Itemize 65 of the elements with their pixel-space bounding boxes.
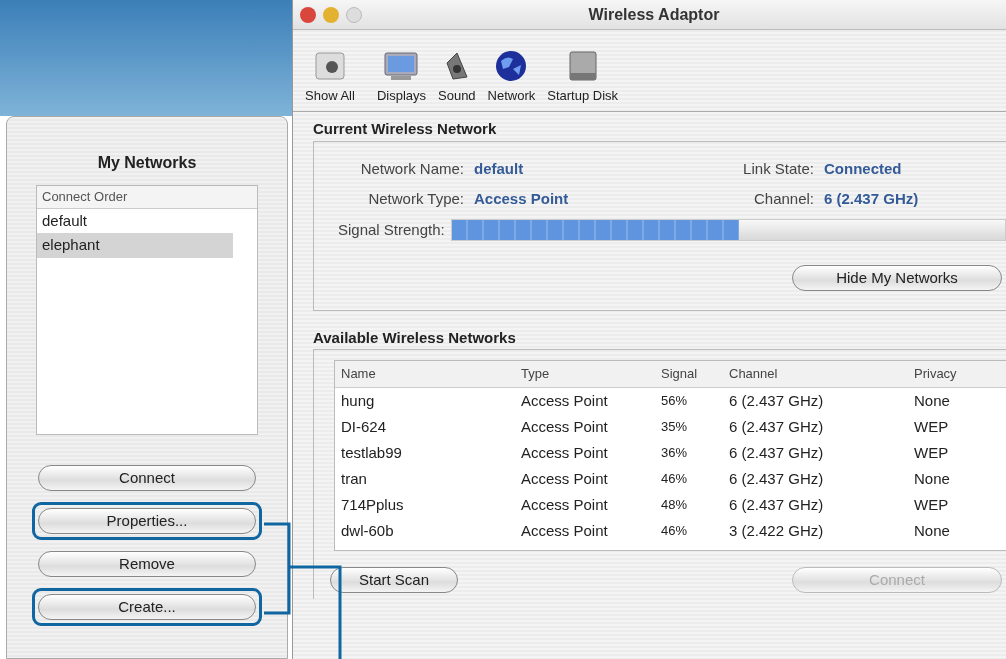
field-label: Link State:	[742, 158, 814, 179]
table-cell-text: WEP	[913, 495, 950, 515]
field-label: Channel:	[752, 189, 814, 209]
field-label: Signal Strength:	[338, 219, 445, 240]
list-item[interactable]: default	[37, 208, 233, 233]
table-cell-text: Access Point	[520, 391, 609, 411]
column-header[interactable]: Privacy	[908, 361, 988, 387]
table-cell-text: 6 (2.437 GHz)	[728, 391, 825, 411]
table-cell-text: None	[913, 521, 951, 541]
table-cell-text: Access Point	[520, 521, 609, 541]
drawer-button[interactable]: Connect	[38, 465, 256, 491]
table-cell-text: 56%	[660, 392, 689, 410]
field-value: default	[474, 158, 525, 179]
table-cell-text: testlab99	[340, 443, 403, 463]
drawer-button[interactable]: Create...	[38, 594, 256, 620]
table-cell-text: Access Point	[520, 417, 609, 437]
column-header[interactable]: Signal	[655, 361, 723, 387]
field-value: Access Point	[474, 189, 570, 209]
table-cell-text: DI-624	[340, 417, 388, 437]
table-cell-text: Access Point	[520, 443, 609, 463]
drawer-button[interactable]: Remove	[38, 551, 256, 577]
table-cell-text: 6 (2.437 GHz)	[728, 495, 825, 515]
table-cell-text: hung	[340, 391, 376, 411]
table-cell-text: WEP	[913, 443, 950, 463]
table-cell-text: 35%	[660, 418, 689, 436]
minimize-button[interactable]	[323, 6, 339, 23]
drawer-title: My Networks	[97, 153, 197, 173]
hide-networks-button[interactable]: Hide My Networks	[792, 265, 1002, 291]
toolbar-item[interactable]: Startup Disk	[547, 48, 619, 105]
field-value: Connected	[824, 158, 902, 179]
table-cell-text: Access Point	[520, 469, 609, 489]
table-cell-text: 6 (2.437 GHz)	[728, 443, 825, 463]
group-title: Available Wireless Networks	[313, 327, 517, 348]
drawer-button[interactable]: Properties...	[38, 508, 256, 534]
field-label: Network Type:	[367, 189, 464, 209]
table-cell-text: None	[913, 391, 951, 411]
list-item[interactable]: elephant	[37, 233, 233, 258]
table-cell-text: 48%	[660, 496, 689, 514]
close-button[interactable]	[300, 6, 316, 23]
table-cell-text: 46%	[660, 470, 689, 488]
table-cell-text: 3 (2.422 GHz)	[728, 521, 825, 541]
table-cell-text: dwl-60b	[340, 521, 395, 541]
toolbar-item[interactable]: Network	[487, 48, 536, 105]
window-title: Wireless Adaptor	[587, 4, 721, 25]
field-label: Network Name:	[359, 158, 464, 179]
table-cell-text: 6 (2.437 GHz)	[728, 469, 825, 489]
column-header[interactable]: Type	[515, 361, 655, 387]
zoom-button[interactable]	[346, 6, 362, 23]
table-cell-text: tran	[340, 469, 368, 489]
table-cell-text: Access Point	[520, 495, 609, 515]
table-cell-text: 46%	[660, 522, 689, 540]
group-title: Current Wireless Network	[313, 119, 498, 139]
toolbar-item[interactable]: Sound	[438, 48, 476, 105]
column-header[interactable]: Name	[335, 361, 515, 387]
table-cell-text: 36%	[660, 444, 689, 462]
table-cell-text: WEP	[913, 417, 950, 437]
toolbar-item[interactable]: Displays	[376, 48, 426, 105]
table-cell-text: None	[913, 469, 951, 489]
list-header: Connect Order	[37, 186, 257, 209]
toolbar-item[interactable]: Show All	[305, 48, 355, 105]
column-header[interactable]: Channel	[723, 361, 908, 387]
action-button[interactable]: Start Scan	[330, 567, 458, 593]
table-cell-text: 714Pplus	[340, 495, 405, 515]
field-value: 6 (2.437 GHz)	[824, 189, 919, 209]
table-cell-text: 6 (2.437 GHz)	[728, 417, 825, 437]
